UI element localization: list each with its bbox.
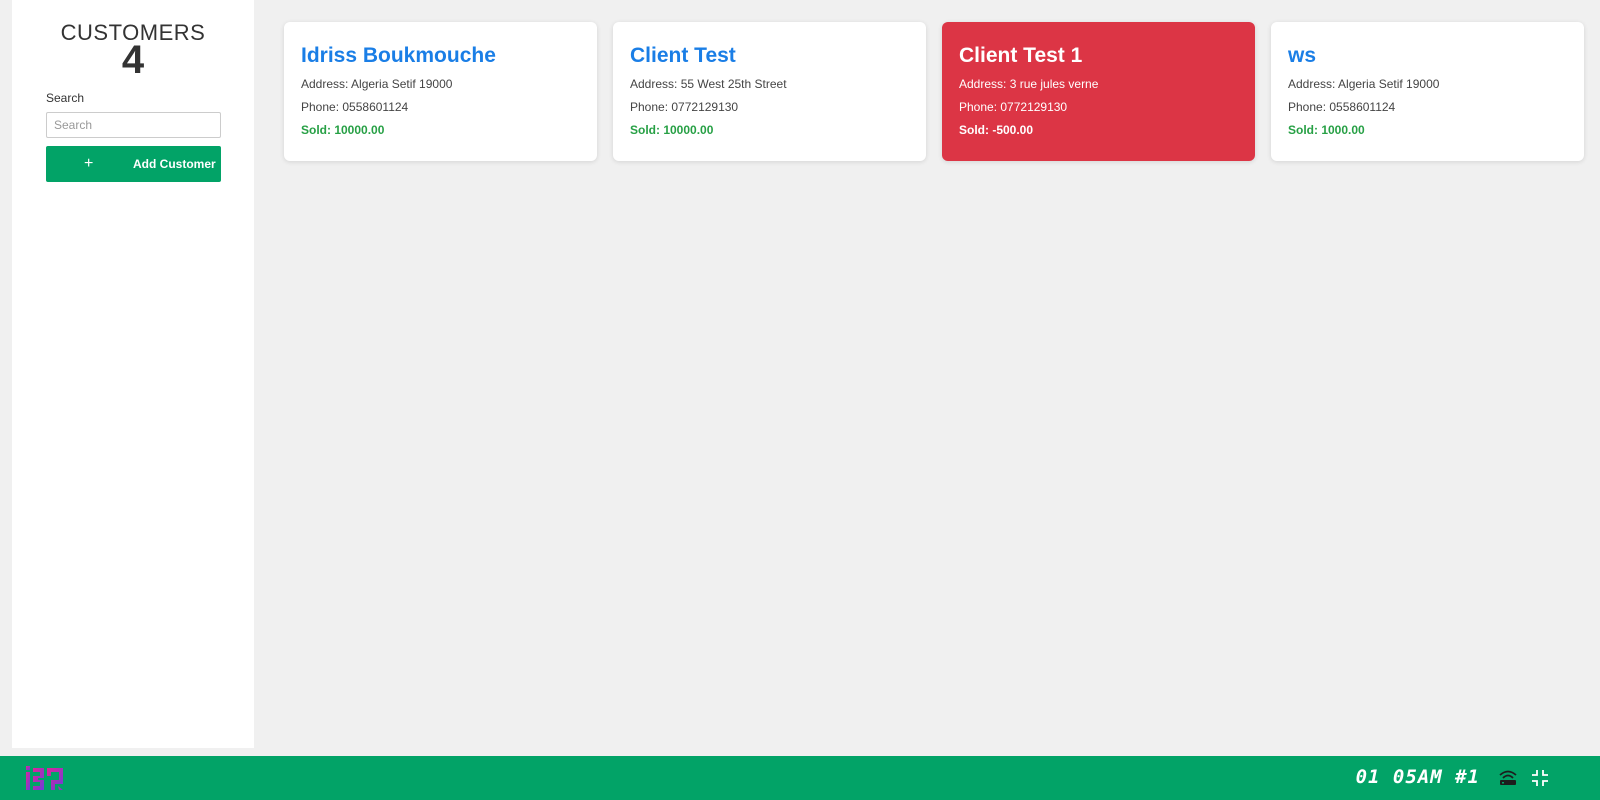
customer-name: Idriss Boukmouche — [301, 44, 496, 67]
customer-phone: Phone: 0558601124 — [1288, 100, 1396, 114]
customer-sold: Sold: 10000.00 — [630, 123, 714, 137]
customer-card-negative[interactable]: Client Test 1 Address: 3 rue jules verne… — [942, 22, 1255, 161]
app-logo-icon — [26, 766, 63, 790]
collapse-icon[interactable] — [1532, 770, 1548, 786]
customer-card[interactable]: Client Test Address: 55 West 25th Street… — [613, 22, 926, 161]
customer-name: Client Test 1 — [959, 44, 1083, 67]
customer-card[interactable]: Idriss Boukmouche Address: Algeria Setif… — [284, 22, 597, 161]
taskbar: 01 05AM #1 — [0, 756, 1600, 800]
customer-phone: Phone: 0772129130 — [959, 100, 1068, 114]
network-icon[interactable] — [1498, 769, 1518, 787]
customer-sold: Sold: 10000.00 — [301, 123, 385, 137]
customer-sold: Sold: -500.00 — [959, 123, 1034, 137]
customer-card[interactable]: ws Address: Algeria Setif 19000 Phone: 0… — [1271, 22, 1584, 161]
customer-name: ws — [1288, 44, 1317, 67]
customer-sold: Sold: 1000.00 — [1288, 123, 1365, 137]
customer-address: Address: 3 rue jules verne — [959, 77, 1099, 91]
sidebar: CUSTOMERS 4 Search + Add Customer — [12, 0, 254, 748]
customer-phone: Phone: 0558601124 — [301, 100, 409, 114]
add-customer-button[interactable]: + Add Customer — [46, 146, 221, 182]
clock: 01 05AM #1 — [1355, 766, 1480, 788]
add-customer-label: Add Customer — [133, 157, 216, 171]
customer-count: 4 — [121, 38, 145, 82]
plus-icon: + — [84, 155, 94, 172]
customer-name: Client Test — [630, 44, 736, 67]
customers-app: CUSTOMERS 4 Search + Add Customer Idriss… — [0, 0, 1600, 800]
search-input[interactable] — [46, 112, 221, 138]
customer-phone: Phone: 0772129130 — [630, 100, 739, 114]
customer-address: Address: Algeria Setif 19000 — [1288, 77, 1440, 91]
customer-address: Address: 55 West 25th Street — [630, 77, 787, 91]
customer-address: Address: Algeria Setif 19000 — [301, 77, 453, 91]
search-label: Search — [46, 91, 85, 105]
